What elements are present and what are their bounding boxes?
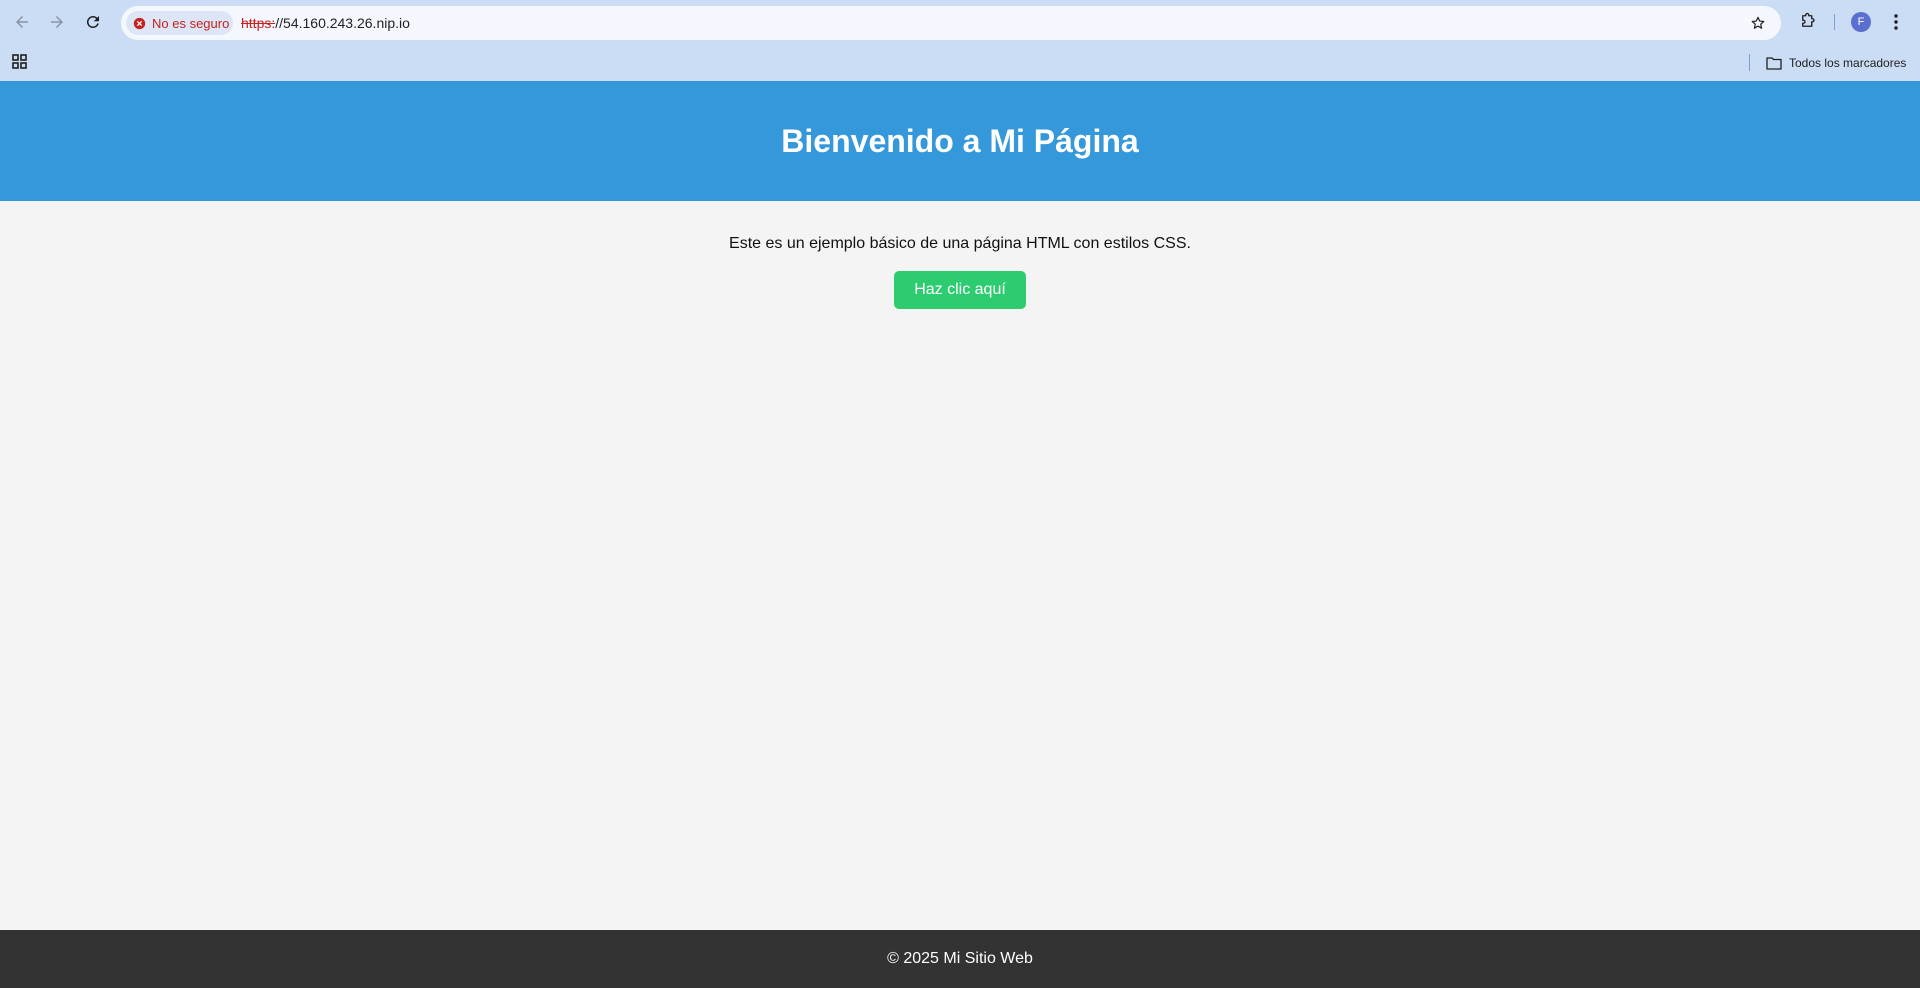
profile-avatar[interactable]: F [1851, 12, 1871, 32]
security-chip-label: No es seguro [152, 15, 230, 31]
apps-grid-icon[interactable] [11, 53, 29, 71]
bookmark-star-button[interactable] [1747, 12, 1769, 34]
browser-toolbar: No es seguro https://54.160.243.26.nip.i… [0, 0, 1920, 45]
back-button[interactable] [7, 7, 37, 37]
extensions-button[interactable] [1796, 9, 1820, 33]
arrow-right-icon [51, 16, 63, 28]
reload-icon [86, 15, 99, 28]
more-vert-icon [1894, 14, 1898, 30]
warning-circle-icon [133, 17, 146, 29]
footer-copyright: © 2025 Mi Sitio Web [887, 950, 1033, 967]
puzzle-icon [1802, 12, 1815, 27]
all-bookmarks-label: Todos los marcadores [1789, 56, 1907, 70]
toolbar-divider [1834, 14, 1835, 30]
site-footer: © 2025 Mi Sitio Web [0, 930, 1920, 988]
web-page: Bienvenido a Mi Página Este es un ejempl… [0, 81, 1920, 988]
star-icon [1751, 16, 1765, 29]
reload-button[interactable] [78, 7, 108, 37]
page-title: Bienvenido a Mi Página [781, 122, 1139, 159]
bookmarks-bar: Todos los marcadores [0, 45, 1920, 81]
folder-icon [1766, 57, 1782, 70]
forward-button[interactable] [42, 7, 72, 37]
site-header: Bienvenido a Mi Página [0, 81, 1920, 201]
intro-text: Este es un ejemplo básico de una página … [729, 235, 1191, 252]
arrow-left-icon [16, 16, 28, 28]
all-bookmarks-button[interactable]: Todos los marcadores [1766, 52, 1906, 74]
browser-menu-button[interactable] [1887, 10, 1905, 34]
url-host: //54.160.243.26.nip.io [275, 15, 410, 31]
bookmarks-divider [1749, 54, 1750, 71]
click-here-button[interactable]: Haz clic aquí [894, 271, 1026, 309]
security-chip[interactable]: No es seguro [126, 11, 233, 35]
url-scheme: https: [241, 15, 276, 31]
address-bar[interactable]: No es seguro https://54.160.243.26.nip.i… [121, 6, 1781, 40]
url-text[interactable]: https://54.160.243.26.nip.io [241, 15, 410, 31]
